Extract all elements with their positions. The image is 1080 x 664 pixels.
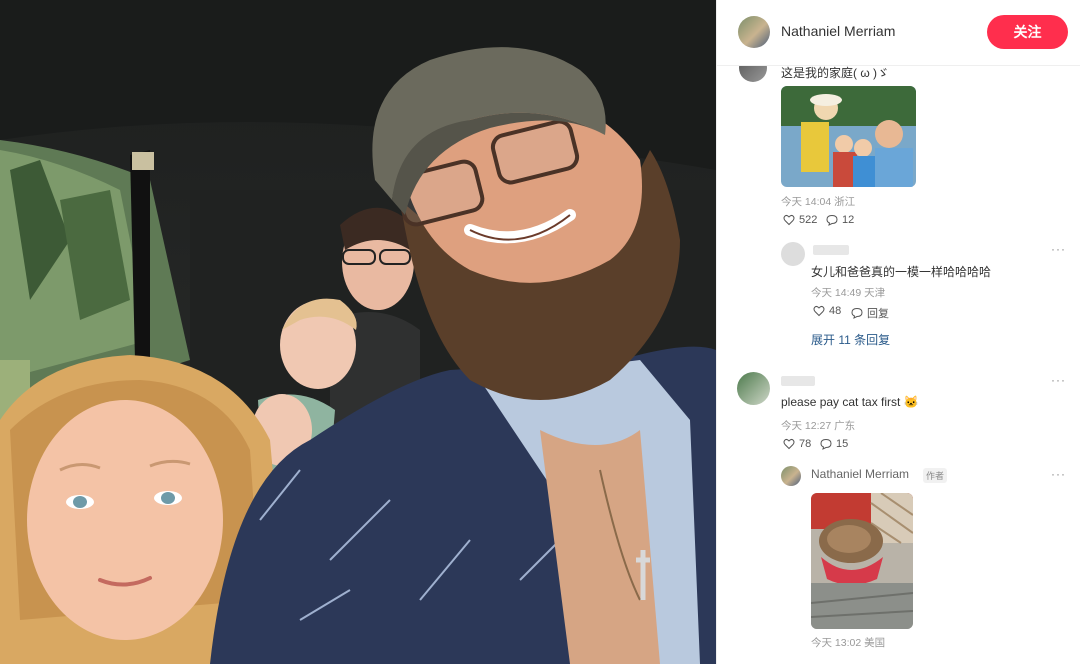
reply-time: 今天 14:49: [811, 287, 862, 299]
like-button[interactable]: 522: [783, 214, 817, 226]
comment-meta: 今天 12:27 广东: [781, 418, 855, 433]
family-selfie-image: [0, 0, 716, 664]
author-name[interactable]: Nathaniel Merriam: [781, 23, 895, 39]
author-avatar[interactable]: [781, 466, 801, 486]
family-photo-thumbnail: [781, 86, 916, 187]
follow-button[interactable]: 关注: [987, 15, 1068, 49]
cat-photo-thumbnail: [811, 493, 913, 629]
comment-time: 今天 12:27: [781, 420, 832, 432]
chat-bubble-icon: [820, 438, 832, 450]
commenter-name[interactable]: [781, 376, 815, 386]
reply-location: 美国: [864, 637, 886, 649]
comment-meta: 今天 14:04 浙江: [781, 194, 855, 209]
comment-image[interactable]: [781, 86, 916, 187]
reply-label: 回复: [867, 308, 889, 320]
reply-image[interactable]: [811, 493, 913, 629]
more-options-button[interactable]: ···: [1051, 242, 1066, 256]
chat-bubble-icon: [851, 307, 863, 319]
like-button[interactable]: 48: [813, 305, 841, 317]
heart-icon: [783, 438, 795, 450]
commenter-avatar[interactable]: [737, 372, 770, 405]
comment-text: 这是我的家庭( ω )ゞ: [781, 66, 890, 80]
comment-text: please pay cat tax first 🐱: [781, 395, 919, 409]
comment-location: 广东: [834, 420, 856, 432]
post-viewer: Nathaniel Merriam 关注 这是我的家庭( ω )ゞ 今天 14:…: [0, 0, 1080, 664]
like-count: 522: [799, 214, 818, 226]
reply-button[interactable]: 12: [826, 214, 854, 226]
author-tag: 作者: [923, 468, 948, 483]
like-count: 78: [799, 438, 812, 450]
comment-time: 今天 14:04: [781, 196, 832, 208]
reply-time: 今天 13:02: [811, 637, 862, 649]
more-options-button[interactable]: ···: [1051, 373, 1066, 387]
more-options-button[interactable]: ···: [1051, 467, 1066, 481]
like-count: 48: [829, 305, 842, 317]
commenter-name[interactable]: [813, 245, 849, 255]
reply-count: 15: [836, 438, 849, 450]
comment-location: 浙江: [834, 196, 856, 208]
commenter-avatar[interactable]: [739, 66, 767, 82]
reply-meta: 今天 14:49 天津: [811, 285, 885, 300]
reply-meta: 今天 13:02 美国: [811, 635, 885, 650]
heart-icon: [813, 305, 825, 317]
heart-icon: [783, 214, 795, 226]
reply-button[interactable]: 回复: [851, 305, 889, 321]
commenter-avatar[interactable]: [781, 242, 805, 266]
reply-location: 天津: [864, 287, 886, 299]
comment-list[interactable]: 这是我的家庭( ω )ゞ 今天 14:04 浙江 522 12 ··· 女儿和爸…: [717, 66, 1080, 664]
expand-replies-link[interactable]: 展开 11 条回复: [811, 331, 890, 348]
like-button[interactable]: 78: [783, 438, 811, 450]
reply-author-name[interactable]: Nathaniel Merriam: [811, 467, 909, 481]
reply-text: 女儿和爸爸真的一模一样哈哈哈哈: [811, 265, 992, 279]
reply-count: 12: [842, 214, 855, 226]
reply-button[interactable]: 15: [820, 438, 848, 450]
author-avatar[interactable]: [738, 16, 770, 48]
post-photo[interactable]: [0, 0, 716, 664]
comment-panel: Nathaniel Merriam 关注 这是我的家庭( ω )ゞ 今天 14:…: [716, 0, 1080, 664]
chat-bubble-icon: [826, 214, 838, 226]
post-header: Nathaniel Merriam 关注: [717, 0, 1080, 66]
